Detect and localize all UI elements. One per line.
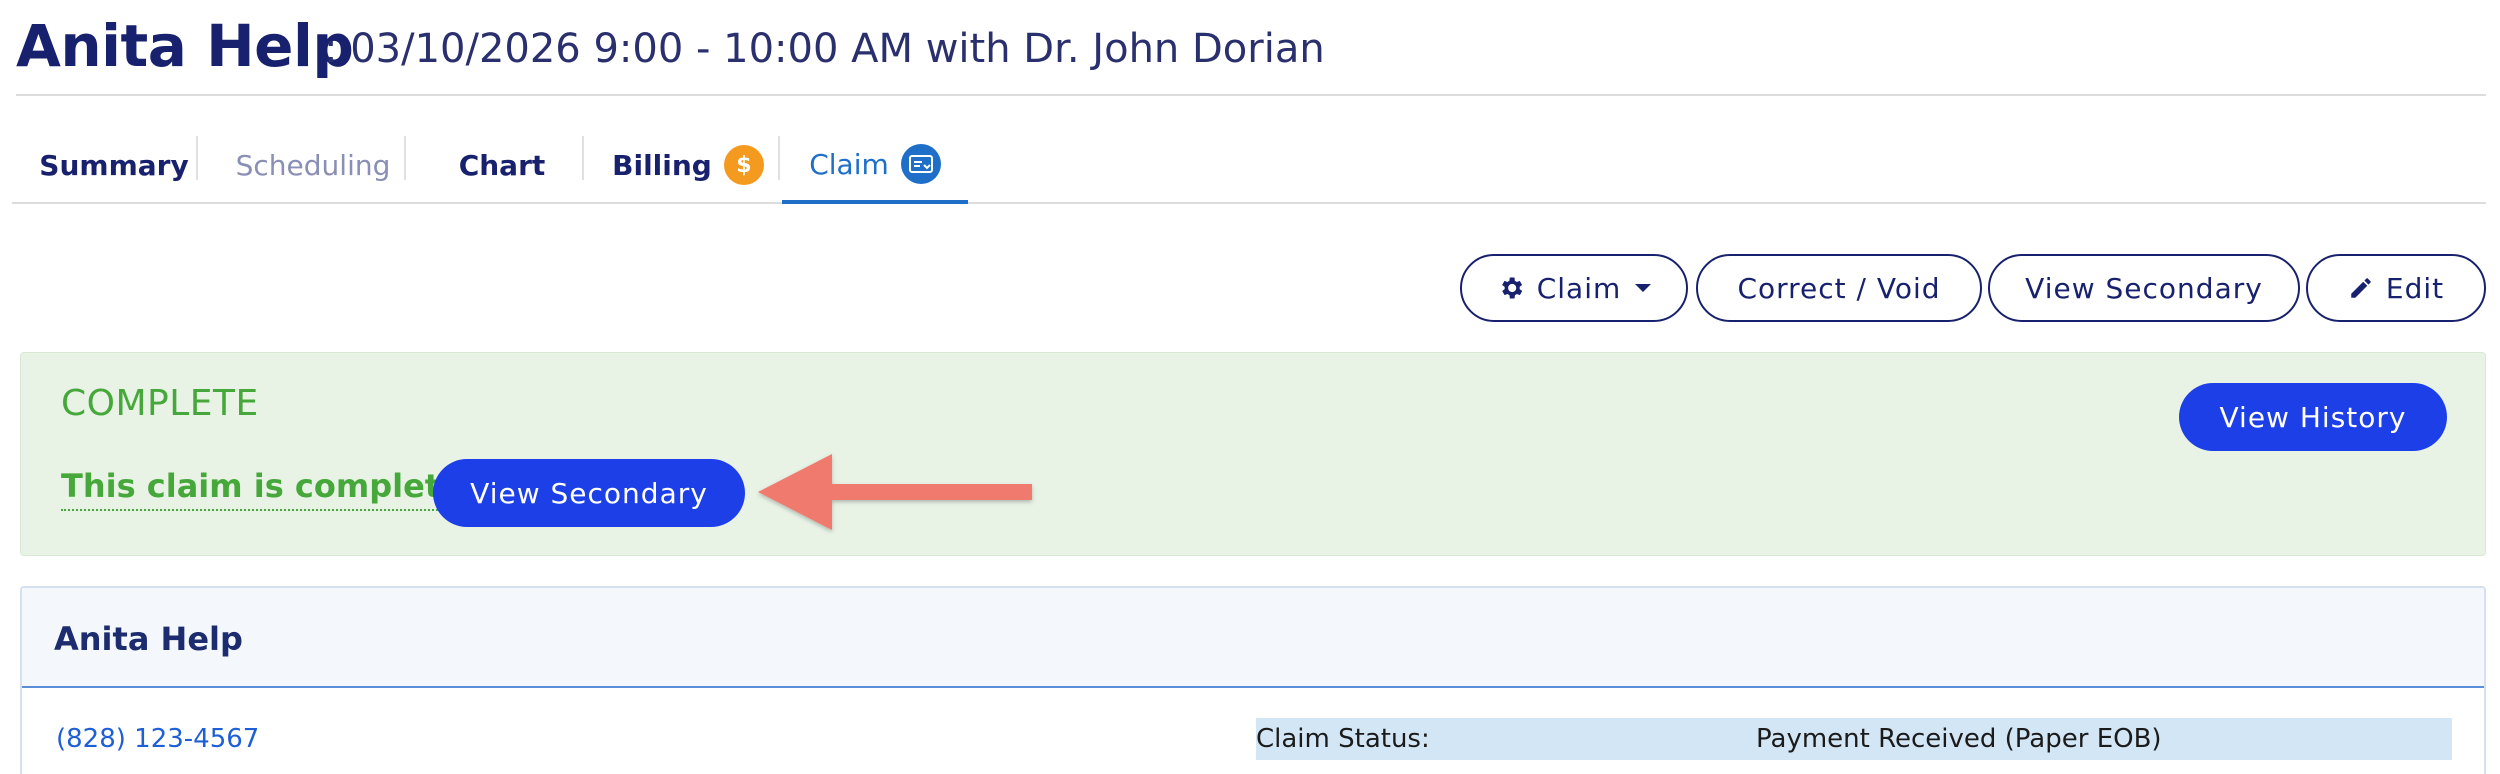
tab-summary[interactable]: Summary — [30, 128, 198, 202]
pencil-icon — [2348, 275, 2374, 301]
tab-scheduling: Scheduling — [208, 128, 418, 202]
appointment-details: : 03/10/2026 9:00 - 10:00 AM with Dr. Jo… — [324, 26, 1325, 72]
annotation-arrow-icon — [758, 454, 1032, 530]
view-secondary-toolbar-button[interactable]: View Secondary — [1988, 254, 2300, 322]
card-header: Anita Help — [22, 588, 2484, 688]
edit-label: Edit — [2385, 271, 2445, 305]
gear-icon — [1497, 274, 1525, 302]
claim-menu-label: Claim — [1536, 271, 1622, 305]
claim-status-value: Payment Received (Paper EOB) — [1756, 724, 2162, 754]
tab-divider — [778, 136, 780, 180]
tab-billing[interactable]: Billing $ — [600, 128, 776, 202]
claim-menu-button[interactable]: Claim — [1460, 254, 1688, 322]
page-header: Anita Help : 03/10/2026 9:00 - 10:00 AM … — [16, 0, 2486, 96]
banner-message: This claim is complete. — [61, 467, 474, 511]
tab-divider — [582, 136, 584, 180]
tab-chart[interactable]: Chart — [416, 128, 588, 202]
view-secondary-button[interactable]: View Secondary — [433, 459, 745, 527]
dollar-icon: $ — [723, 145, 764, 185]
banner-title: COMPLETE — [61, 383, 259, 424]
tab-divider — [196, 136, 198, 180]
tab-label: Chart — [458, 148, 546, 182]
page-title: Anita Help — [16, 12, 354, 80]
tab-bar: Summary Scheduling Chart Billing $ Claim — [12, 128, 2486, 204]
edit-button[interactable]: Edit — [2306, 254, 2486, 322]
phone-link[interactable]: (828) 123-4567 — [56, 724, 259, 754]
claim-status-row: Claim Status: Payment Received (Paper EO… — [1256, 718, 2452, 760]
card-title: Anita Help — [54, 620, 243, 658]
claim-complete-banner: COMPLETE This claim is complete. View Se… — [20, 352, 2486, 556]
patient-card: Anita Help (828) 123-4567 Claim Status: … — [20, 586, 2486, 774]
correct-void-button[interactable]: Correct / Void — [1696, 254, 1982, 322]
view-history-button[interactable]: View History — [2179, 383, 2447, 451]
claim-status-label: Claim Status: — [1256, 724, 1430, 754]
claim-icon — [900, 144, 941, 184]
tab-label: Summary — [39, 148, 189, 182]
tab-label: Billing — [612, 148, 712, 182]
chevron-down-icon — [1635, 284, 1652, 292]
tab-divider — [404, 136, 406, 180]
tab-claim[interactable]: Claim — [782, 128, 968, 204]
tab-label: Scheduling — [235, 148, 391, 182]
tab-label: Claim — [809, 147, 889, 181]
